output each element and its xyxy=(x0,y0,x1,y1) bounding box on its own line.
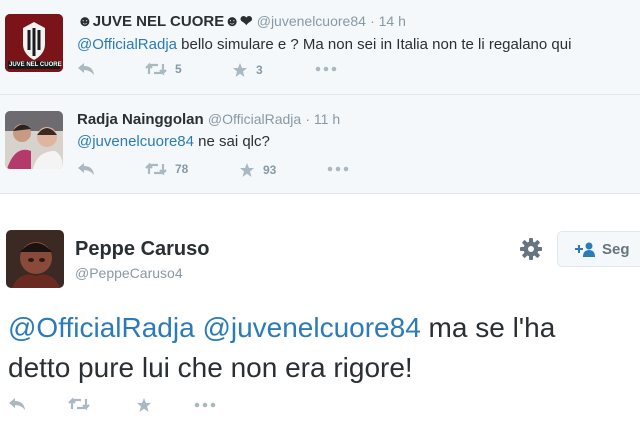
avatar[interactable] xyxy=(6,230,64,288)
tweet-text: @juvenelcuore84 ne sai qlc? xyxy=(77,133,270,150)
tweet-actions xyxy=(8,397,248,417)
star-icon xyxy=(137,398,151,412)
tweet-officialradja[interactable]: Radja Nainggolan @OfficialRadja · 11 h @… xyxy=(0,95,640,194)
reply-icon xyxy=(9,398,25,410)
display-name[interactable]: Peppe Caruso xyxy=(75,238,209,261)
star-icon xyxy=(240,163,254,177)
favorite-button[interactable] xyxy=(136,397,152,413)
avatar-logo-text: JUVE NEL CUORE xyxy=(9,62,62,68)
retweet-count: 5 xyxy=(175,62,182,76)
reply-button[interactable] xyxy=(8,397,26,411)
timestamp[interactable]: · 14 h xyxy=(370,13,406,29)
tweet-text: @OfficialRadja @juvenelcuore84 ma se l'h… xyxy=(8,308,640,388)
favorite-button[interactable]: 3 xyxy=(232,62,263,78)
follow-label: Seg xyxy=(602,240,630,258)
more-button[interactable] xyxy=(194,402,216,408)
star-icon xyxy=(233,63,247,77)
retweet-button[interactable]: 5 xyxy=(145,62,182,76)
tweet-header: ☻JUVE NEL CUORE☻❤ @juvenelcuore84 · 14 h xyxy=(77,12,406,30)
retweet-icon xyxy=(145,162,167,176)
tweet-text-line-2: detto pure lui che non era rigore! xyxy=(8,352,413,383)
tweet-body: ma se l'ha xyxy=(420,312,556,343)
handle[interactable]: @juvenelcuore84 xyxy=(257,13,366,29)
more-button[interactable] xyxy=(315,66,337,72)
tweet-body: ne sai qlc? xyxy=(193,133,270,150)
settings-button[interactable] xyxy=(520,238,542,260)
gear-icon xyxy=(520,238,542,260)
avatar[interactable]: JUVE NEL CUORE xyxy=(5,14,63,72)
more-icon xyxy=(315,66,337,72)
more-icon xyxy=(327,166,349,172)
tweet-text-line-1: @OfficialRadja @juvenelcuore84 ma se l'h… xyxy=(8,308,640,348)
mention-link[interactable]: @OfficialRadja xyxy=(8,312,195,343)
handle[interactable]: @OfficialRadja xyxy=(208,111,301,127)
timestamp[interactable]: · 11 h xyxy=(305,111,340,127)
more-button[interactable] xyxy=(327,166,349,172)
mention-link[interactable]: @OfficialRadja xyxy=(77,36,177,53)
reply-button[interactable] xyxy=(77,162,95,176)
mention-link[interactable]: @juvenelcuore84 xyxy=(202,312,420,343)
handle[interactable]: @PeppeCaruso4 xyxy=(75,265,183,281)
avatar[interactable] xyxy=(5,111,63,169)
tweet-body: bello simulare e ? Ma non sei in Italia … xyxy=(177,36,572,53)
display-name[interactable]: ☻JUVE NEL CUORE☻❤ xyxy=(77,13,253,30)
add-user-icon xyxy=(575,242,595,257)
tweet-peppecaruso4[interactable]: Peppe Caruso @PeppeCaruso4 Seg @Official… xyxy=(0,194,640,427)
display-name[interactable]: Radja Nainggolan xyxy=(77,111,204,128)
retweet-button[interactable]: 78 xyxy=(145,162,188,176)
tweet-text: @OfficialRadja bello simulare e ? Ma non… xyxy=(77,36,571,53)
tweet-juvenelcuore84[interactable]: JUVE NEL CUORE ☻JUVE NEL CUORE☻❤ @juvene… xyxy=(0,0,640,95)
favorite-count: 3 xyxy=(256,63,263,77)
retweet-icon xyxy=(68,397,90,411)
follow-button[interactable]: Seg xyxy=(557,231,640,267)
tweet-actions: 78 93 xyxy=(77,162,377,182)
reply-icon xyxy=(78,163,94,175)
mention-link[interactable]: @juvenelcuore84 xyxy=(77,133,194,150)
retweet-count: 78 xyxy=(175,162,189,176)
more-icon xyxy=(194,402,216,408)
retweet-icon xyxy=(145,62,167,76)
favorite-count: 93 xyxy=(263,163,277,177)
favorite-button[interactable]: 93 xyxy=(239,162,276,178)
retweet-button[interactable] xyxy=(68,397,90,411)
tweet-header: Radja Nainggolan @OfficialRadja · 11 h xyxy=(77,111,340,128)
reply-button[interactable] xyxy=(77,62,95,76)
tweet-actions: 5 3 xyxy=(77,62,377,82)
reply-icon xyxy=(78,63,94,75)
